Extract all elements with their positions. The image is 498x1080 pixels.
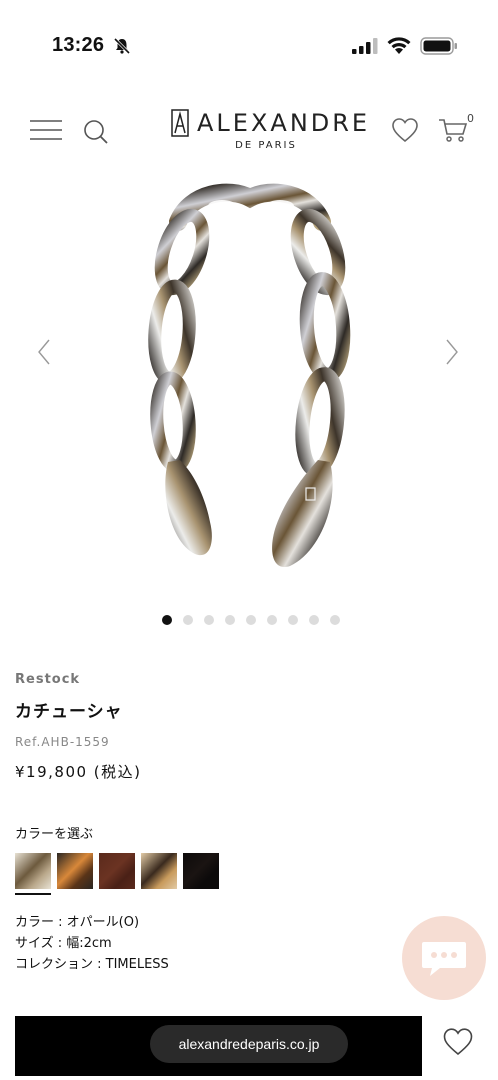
bell-off-icon bbox=[113, 37, 131, 55]
signal-icon bbox=[352, 38, 378, 54]
site-header: ALEXANDRE DE PARIS 0 bbox=[0, 92, 498, 172]
chat-button[interactable] bbox=[402, 916, 486, 1000]
cart-count-badge: 0 bbox=[467, 112, 474, 125]
chat-icon bbox=[422, 942, 466, 976]
product-image[interactable] bbox=[140, 182, 360, 572]
wishlist-heart-icon[interactable] bbox=[391, 117, 419, 143]
selected-swatch-indicator bbox=[15, 893, 51, 895]
search-icon[interactable] bbox=[82, 118, 110, 146]
gallery-dot[interactable] bbox=[162, 615, 172, 625]
battery-icon bbox=[420, 37, 457, 55]
brand-subtitle: DE PARIS bbox=[235, 140, 297, 151]
browser-url-bar[interactable]: alexandredeparis.co.jp bbox=[150, 1025, 348, 1063]
product-info: Restock カチューシャ Ref.AHB-1559 ¥19,800 (税込) bbox=[15, 672, 485, 782]
gallery-dot[interactable] bbox=[225, 615, 235, 625]
spec-size: サイズ : 幅:2cm bbox=[15, 936, 112, 951]
color-selector-title: カラーを選ぶ bbox=[15, 827, 94, 842]
spec-collection: コレクション : TIMELESS bbox=[15, 957, 169, 972]
gallery-dot[interactable] bbox=[309, 615, 319, 625]
prev-image-arrow-icon[interactable] bbox=[32, 337, 56, 367]
spec-color: カラー : オパール(O) bbox=[15, 915, 140, 930]
gallery-dot[interactable] bbox=[267, 615, 277, 625]
gallery-dot[interactable] bbox=[246, 615, 256, 625]
next-image-arrow-icon[interactable] bbox=[440, 337, 464, 367]
menu-icon[interactable] bbox=[30, 119, 62, 141]
color-swatch-tortoise-light[interactable] bbox=[141, 853, 177, 889]
status-bar: 13:26 bbox=[0, 0, 498, 92]
brand-logo-mark-icon bbox=[171, 109, 189, 137]
gallery-dot[interactable] bbox=[330, 615, 340, 625]
gallery-dot[interactable] bbox=[288, 615, 298, 625]
status-time: 13:26 bbox=[52, 34, 105, 56]
brand-logo[interactable]: ALEXANDRE DE PARIS bbox=[171, 109, 367, 155]
spec-list: カラー : オパール(O) サイズ : 幅:2cm コレクション : TIMEL… bbox=[15, 912, 169, 975]
product-price: ¥19,800 (税込) bbox=[15, 763, 142, 781]
color-swatch-opal[interactable] bbox=[15, 853, 51, 889]
gallery-dot[interactable] bbox=[204, 615, 214, 625]
product-gallery[interactable] bbox=[0, 172, 498, 602]
brand-name: ALEXANDRE bbox=[197, 109, 371, 137]
color-swatch-tortoise-dark[interactable] bbox=[57, 853, 93, 889]
color-swatch-black[interactable] bbox=[183, 853, 219, 889]
restock-label: Restock bbox=[15, 672, 81, 687]
color-swatches bbox=[15, 853, 219, 889]
gallery-pagination bbox=[162, 615, 340, 627]
wifi-icon bbox=[387, 37, 411, 54]
gallery-dot[interactable] bbox=[183, 615, 193, 625]
cart-icon[interactable] bbox=[438, 116, 468, 144]
favorite-heart-icon[interactable] bbox=[442, 1027, 474, 1057]
product-ref: Ref.AHB-1559 bbox=[15, 735, 110, 749]
product-name: カチューシャ bbox=[15, 702, 123, 722]
color-swatch-brown[interactable] bbox=[99, 853, 135, 889]
